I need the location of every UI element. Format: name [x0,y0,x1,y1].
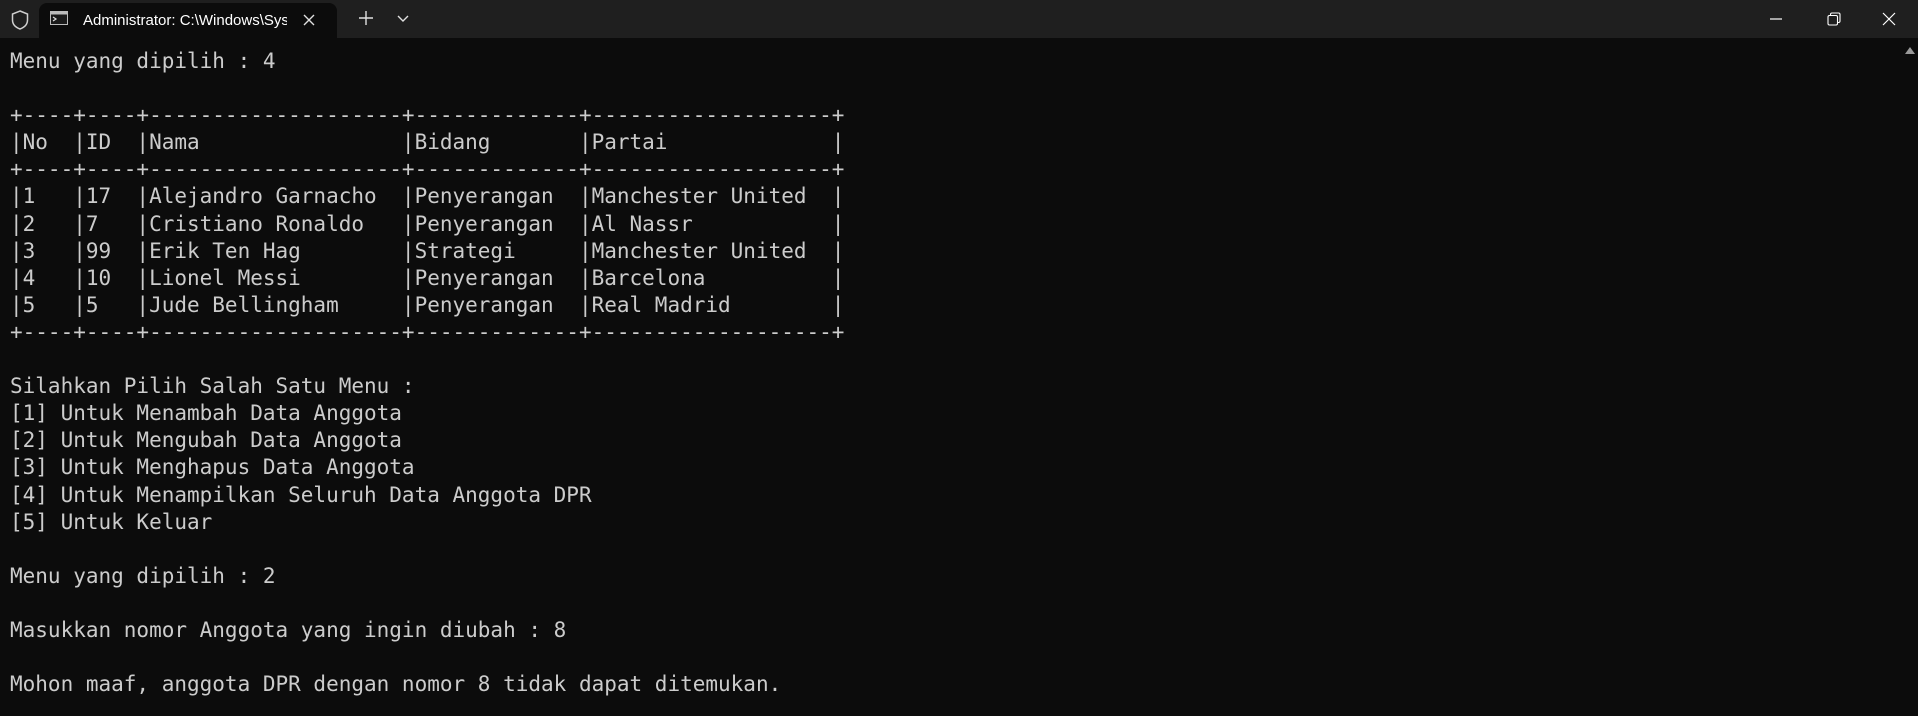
console-line: |5 |5 |Jude Bellingham |Penyerangan |Rea… [10,292,845,317]
scrollbar[interactable] [1900,38,1918,716]
console-line: [5] Untuk Keluar [10,509,213,534]
close-icon[interactable] [300,11,318,29]
plus-icon[interactable] [356,8,376,28]
terminal-window: Administrator: C:\Windows\System32\cmd.e… [0,0,1918,716]
minimize-icon [1770,18,1782,20]
console-line: +----+----+--------------------+--------… [10,157,845,182]
minimize-button[interactable] [1747,0,1805,38]
close-icon [1882,12,1896,26]
console-line: +----+----+--------------------+--------… [10,319,845,344]
console-line: |1 |17 |Alejandro Garnacho |Penyerangan … [10,184,845,209]
restore-button[interactable] [1805,0,1863,38]
console-line: Menu yang dipilih : 2 [10,563,276,588]
console-text: Menu yang dipilih : 4 +----+----+-------… [10,48,844,698]
console-line: Masukkan nomor Anggota yang ingin diubah… [10,617,567,642]
terminal-icon [50,11,68,25]
close-window-button[interactable] [1860,0,1918,38]
tab-title: Administrator: C:\Windows\System32\cmd.e… [83,12,287,29]
console-output[interactable]: Menu yang dipilih : 4 +----+----+-------… [0,38,1900,716]
console-line: [1] Untuk Menambah Data Anggota [10,401,402,426]
console-line: |3 |99 |Erik Ten Hag |Strategi |Manchest… [10,238,845,263]
console-line: Menu yang dipilih : 4 [10,49,276,73]
title-bar: Administrator: C:\Windows\System32\cmd.e… [0,0,1918,38]
chevron-down-icon[interactable] [393,8,413,28]
tab-cmd[interactable]: Administrator: C:\Windows\System32\cmd.e… [39,3,337,38]
console-line: |No |ID |Nama |Bidang |Partai | [10,130,845,155]
console-line: Mohon maaf, anggota DPR dengan nomor 8 t… [10,672,782,697]
console-line: |4 |10 |Lionel Messi |Penyerangan |Barce… [10,265,845,290]
restore-icon [1827,12,1841,26]
scroll-up-arrow-icon[interactable] [1905,47,1915,54]
console-line: [4] Untuk Menampilkan Seluruh Data Anggo… [10,482,592,507]
shield-icon [9,9,31,31]
console-line: [2] Untuk Mengubah Data Anggota [10,428,402,453]
console-line: [3] Untuk Menghapus Data Anggota [10,455,415,480]
console-line: Silahkan Pilih Salah Satu Menu : [10,374,415,399]
console-line: +----+----+--------------------+--------… [10,103,845,128]
console-line: |2 |7 |Cristiano Ronaldo |Penyerangan |A… [10,211,845,236]
